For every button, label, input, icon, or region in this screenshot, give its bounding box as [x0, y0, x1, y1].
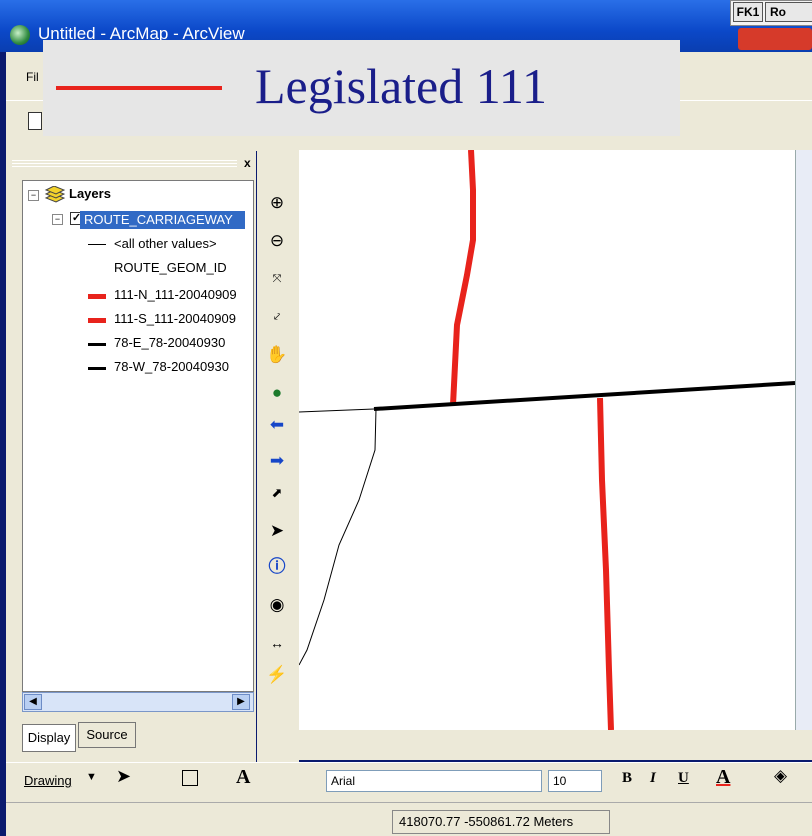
legend-symbol-78w [88, 367, 106, 370]
measure-icon[interactable]: ↔ [264, 632, 290, 654]
forward-icon[interactable]: ➡ [264, 450, 290, 472]
legend-overlay-swatch [56, 86, 222, 90]
map-canvas[interactable] [298, 149, 796, 731]
layers-icon [44, 186, 66, 203]
hyperlink-icon[interactable]: ⚡ [264, 664, 290, 686]
route-111-north [450, 149, 476, 406]
toc-item-other-values: <all other values> [114, 236, 217, 251]
coordinate-readout: 418070.77 -550861.72 Meters [392, 810, 610, 834]
select-elements-draw-icon[interactable]: ➤ [116, 766, 131, 787]
route-layer-label[interactable]: ROUTE_CARRIAGEWAY [84, 212, 233, 227]
scroll-right-icon[interactable]: ▶ [232, 694, 250, 710]
select-features-icon[interactable]: ⬈ [264, 482, 290, 504]
drawing-menu-arrow-icon[interactable]: ▼ [86, 771, 97, 783]
bold-button[interactable]: B [622, 770, 632, 787]
italic-button[interactable]: I [650, 770, 656, 787]
toc-item-78e: 78-E_78-20040930 [114, 335, 226, 350]
fixed-zoom-in-icon[interactable]: ⤧ [264, 268, 290, 290]
toc-item-111n: 111-N_111-20040909 [114, 287, 237, 302]
collapse-route-layer-icon[interactable]: − [52, 214, 63, 225]
legend-symbol-78e [88, 343, 106, 346]
scroll-left-icon[interactable]: ◀ [24, 694, 42, 710]
map-vertical-scrollbar[interactable] [795, 150, 812, 730]
full-extent-icon[interactable]: ● [264, 382, 290, 404]
road-west-segment [298, 408, 375, 413]
back-icon[interactable]: ⬅ [264, 414, 290, 436]
route-111-south [597, 397, 614, 731]
toc-horizontal-scrollbar[interactable] [22, 692, 254, 712]
tab-display[interactable]: Display [22, 724, 76, 752]
font-name-select[interactable]: Arial [326, 770, 542, 792]
legend-symbol-111n [88, 294, 106, 299]
route-78 [373, 381, 796, 411]
map-drawing [298, 149, 796, 731]
legend-symbol-111s [88, 318, 106, 323]
window-controls[interactable] [738, 28, 812, 50]
arcmap-app-icon [10, 25, 30, 45]
collapse-layers-icon[interactable]: − [28, 190, 39, 201]
fill-color-icon[interactable]: ◈ [774, 766, 787, 786]
fk1-button[interactable]: FK1 [733, 2, 763, 22]
select-elements-icon[interactable]: ➤ [264, 520, 290, 542]
zoom-out-icon[interactable]: ⊖ [264, 230, 290, 252]
legend-symbol-other [88, 244, 106, 245]
new-document-icon[interactable] [28, 112, 42, 130]
ro-button[interactable]: Ro [765, 2, 812, 22]
legend-overlay-label: Legislated 111 [255, 58, 548, 114]
rectangle-tool-icon[interactable] [182, 770, 198, 786]
toc-close-icon[interactable]: x [244, 156, 251, 170]
tab-source[interactable]: Source [78, 722, 136, 748]
toc-item-78w: 78-W_78-20040930 [114, 359, 229, 374]
new-text-icon[interactable]: A [236, 766, 250, 789]
font-color-icon[interactable]: A [716, 766, 730, 789]
toc-grip[interactable] [12, 160, 237, 168]
underline-button[interactable]: U [678, 770, 689, 787]
drawing-menu[interactable]: Drawing [24, 773, 72, 788]
toc-tree [22, 180, 254, 692]
toc-item-111s: 111-S_111-20040909 [114, 311, 236, 326]
map-bottom-bar [299, 730, 812, 760]
pan-icon[interactable]: ✋ [264, 344, 290, 366]
zoom-in-icon[interactable]: ⊕ [264, 192, 290, 214]
road-other [298, 408, 377, 666]
layers-root-label: Layers [69, 186, 111, 201]
find-icon[interactable]: ◉ [264, 594, 290, 616]
identify-icon[interactable]: ⓘ [264, 556, 290, 578]
toc-field-label: ROUTE_GEOM_ID [114, 260, 227, 275]
fixed-zoom-out-icon[interactable]: ⤦ [264, 306, 290, 328]
menu-file[interactable]: Fil [26, 70, 39, 84]
font-size-select[interactable]: 10 [548, 770, 602, 792]
